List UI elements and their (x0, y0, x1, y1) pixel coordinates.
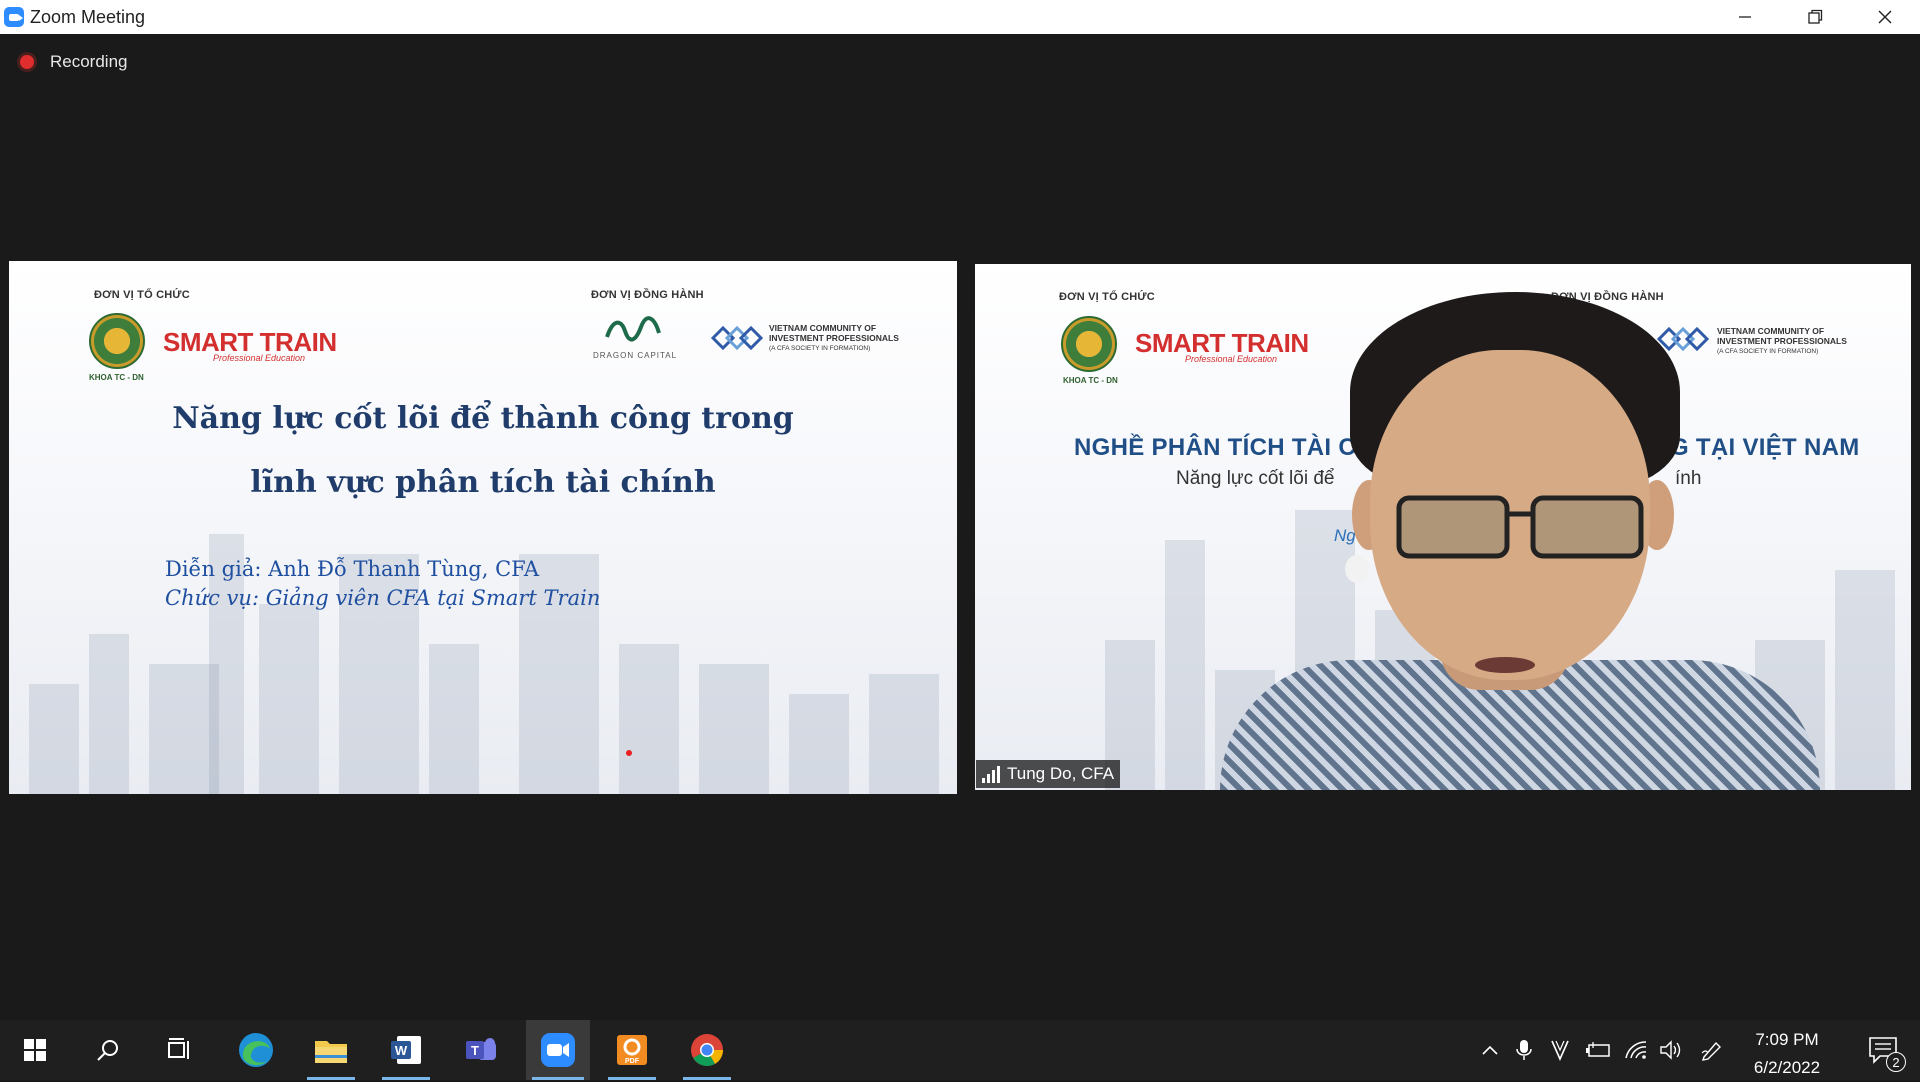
clock-date: 6/2/2022 (1753, 1058, 1821, 1077)
restore-icon (1808, 9, 1823, 24)
pen-tray-button[interactable] (1694, 1020, 1730, 1080)
slide-heading-left: NGHỀ PHÂN TÍCH TÀI CHÍ (1074, 434, 1381, 461)
search-icon (97, 1040, 118, 1061)
slide-subheading-right: ính (1675, 468, 1702, 489)
vcip-line1: VIETNAM COMMUNITY OF (769, 323, 877, 333)
zoom-icon (541, 1033, 575, 1067)
organizer-label: ĐƠN VỊ TỔ CHỨC (94, 289, 190, 301)
partner-label: ĐƠN VỊ ĐỒNG HÀNH (591, 289, 704, 301)
laser-pointer-icon (626, 750, 632, 756)
zoom-taskbar-item[interactable] (526, 1020, 590, 1080)
slide-title-line2: lĩnh vực phân tích tài chính (250, 465, 716, 500)
seal-caption: KHOA TC - DN (89, 373, 144, 382)
minimize-icon (1739, 16, 1751, 18)
svg-text:W: W (395, 1043, 408, 1058)
foxit-pdf-taskbar-item[interactable]: PDF (602, 1020, 662, 1080)
start-button[interactable] (5, 1020, 65, 1080)
slide-subheading-left: Năng lực cốt lõi để (1176, 468, 1335, 489)
start-icon (24, 1039, 46, 1061)
mouth (1475, 657, 1535, 673)
chrome-icon (691, 1034, 724, 1067)
notification-count-badge: 2 (1886, 1052, 1906, 1072)
volume-tray-button[interactable] (1654, 1020, 1690, 1080)
participant-name: Tung Do, CFA (1007, 764, 1115, 783)
svg-text:T: T (471, 1043, 479, 1058)
vcip-line1: VIETNAM COMMUNITY OF (1717, 326, 1825, 336)
close-button[interactable] (1850, 0, 1920, 34)
volume-icon (1660, 1040, 1681, 1060)
edge-taskbar-item[interactable] (226, 1020, 286, 1080)
show-hidden-icons-button[interactable] (1472, 1020, 1508, 1080)
windows-taskbar: W T PDF 7:09 PM 6/2/2022 2 (0, 1020, 1920, 1080)
task-view-button[interactable] (150, 1020, 210, 1080)
vcip-line2: INVESTMENT PROFESSIONALS (1717, 336, 1847, 346)
eyeglasses (1396, 495, 1644, 559)
vcip-sub: (A CFA SOCIETY IN FORMATION) (1717, 348, 1819, 355)
position-line: Chức vụ: Giảng viên CFA tại Smart Train (165, 586, 601, 610)
speaker-line: Diễn giả: Anh Đỗ Thanh Tùng, CFA (165, 557, 540, 581)
faculty-seal-logo (1061, 316, 1117, 372)
teams-taskbar-item[interactable]: T (451, 1020, 511, 1080)
wifi-icon (1625, 1041, 1647, 1059)
vcip-sub: (A CFA SOCIETY IN FORMATION) (769, 345, 871, 352)
file-explorer-icon (315, 1041, 347, 1063)
dragon-capital-logo (605, 316, 661, 342)
battery-tray-button[interactable] (1580, 1020, 1616, 1080)
slide-heading-right: G TẠI VIỆT NAM (1670, 434, 1860, 461)
microphone-icon (1516, 1040, 1532, 1060)
smart-train-tagline: Professional Education (213, 353, 306, 363)
word-taskbar-item[interactable]: W (376, 1020, 436, 1080)
taskbar-clock[interactable]: 7:09 PM 6/2/2022 (1732, 1026, 1842, 1082)
earbud (1345, 555, 1369, 583)
edge-icon (239, 1033, 273, 1067)
recording-indicator[interactable]: Recording (20, 52, 128, 72)
vcip-line2: INVESTMENT PROFESSIONALS (769, 333, 899, 343)
task-view-icon (168, 1038, 189, 1059)
restore-button[interactable] (1780, 0, 1850, 34)
recording-label: Recording (50, 52, 128, 71)
minimize-button[interactable] (1710, 0, 1780, 34)
shared-screen-tile[interactable]: ĐƠN VỊ TỔ CHỨC ĐƠN VỊ ĐỒNG HÀNH KHOA TC … (9, 261, 957, 794)
recording-dot-icon (20, 55, 34, 69)
chevron-up-icon (1482, 1045, 1498, 1055)
wifi-tray-button[interactable] (1618, 1020, 1654, 1080)
v-app-icon (1551, 1040, 1569, 1061)
teams-icon: T (466, 1038, 496, 1060)
participant-name-tag: Tung Do, CFA (976, 760, 1121, 788)
window-title: Zoom Meeting (30, 6, 146, 27)
faculty-seal-logo (89, 313, 145, 369)
seal-caption: KHOA TC - DN (1063, 376, 1118, 385)
foxit-pdf-icon: PDF (617, 1035, 647, 1065)
clock-time: 7:09 PM (1755, 1030, 1819, 1049)
zoom-app-icon (4, 7, 24, 27)
dragon-capital-caption: DRAGON CAPITAL (593, 351, 678, 360)
vcip-logo (710, 325, 764, 351)
microphone-tray-button[interactable] (1506, 1020, 1542, 1080)
svg-text:PDF: PDF (625, 1058, 640, 1065)
slide-title-line1: Năng lực cốt lõi để thành công trong (172, 401, 794, 436)
pen-workspace-icon (1701, 1041, 1721, 1061)
title-bar: Zoom Meeting (0, 0, 1920, 34)
search-button[interactable] (78, 1020, 138, 1080)
vpn-tray-button[interactable] (1542, 1020, 1578, 1080)
window-controls (1710, 0, 1920, 34)
smart-train-tagline: Professional Education (1185, 354, 1278, 364)
organizer-label: ĐƠN VỊ TỔ CHỨC (1059, 291, 1155, 303)
signal-bars-icon (982, 765, 1000, 783)
file-explorer-taskbar-item[interactable] (301, 1020, 361, 1080)
chrome-taskbar-item[interactable] (677, 1020, 737, 1080)
close-icon (1878, 10, 1892, 24)
battery-icon (1586, 1042, 1610, 1057)
word-icon: W (391, 1036, 421, 1064)
